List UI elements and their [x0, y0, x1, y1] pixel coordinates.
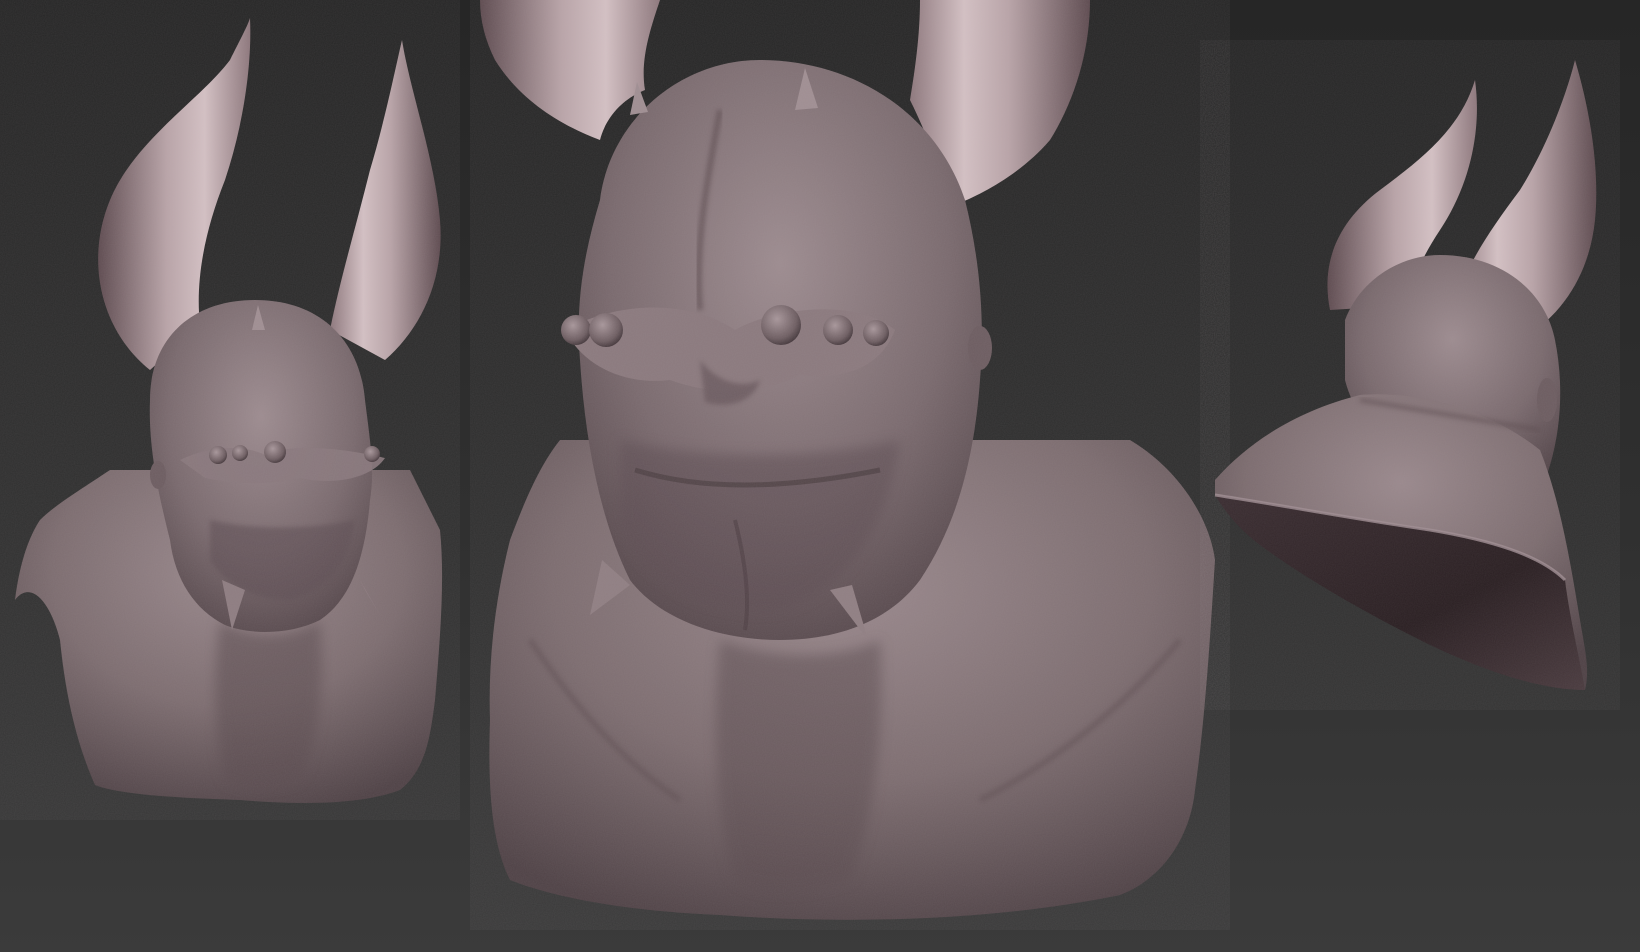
back-three-quarter-view[interactable]: [1200, 40, 1620, 710]
sculpt-canvas: [0, 0, 1640, 952]
front-view-small[interactable]: [0, 0, 460, 820]
front-view-large[interactable]: [470, 0, 1230, 930]
sculpt-viewport[interactable]: [0, 0, 1640, 952]
